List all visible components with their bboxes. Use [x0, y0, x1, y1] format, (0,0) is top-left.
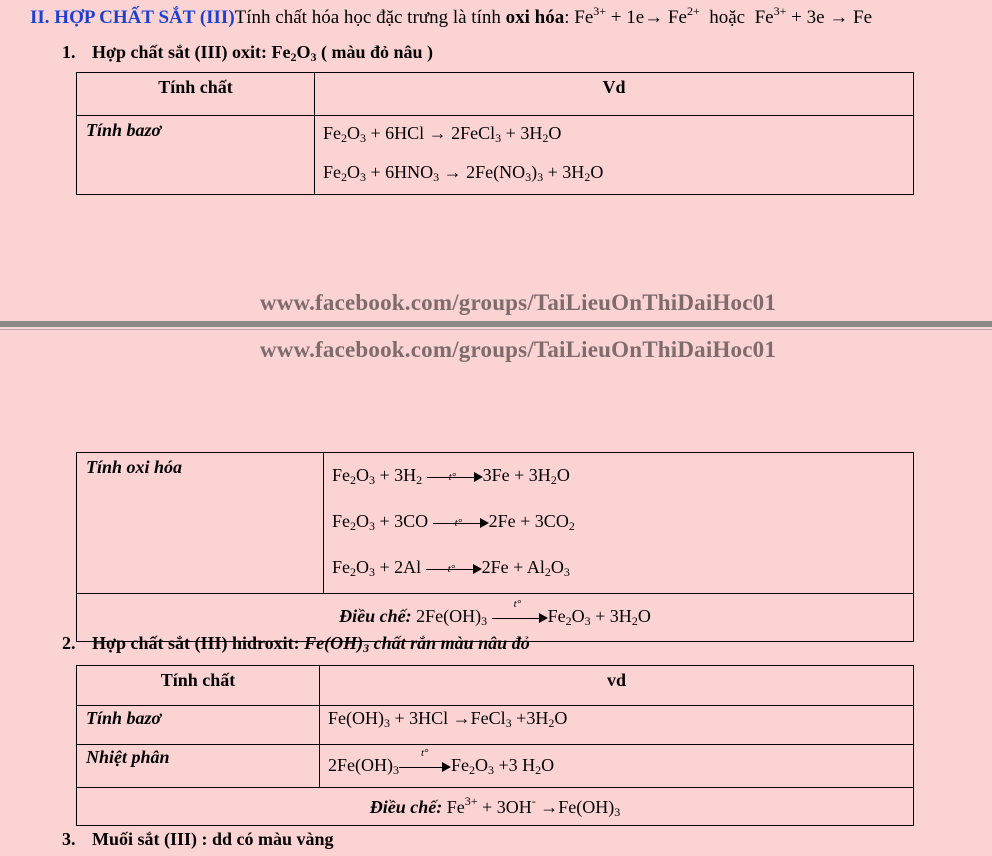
watermark-bottom: www.facebook.com/groups/TaiLieuOnThiDaiH… — [259, 337, 777, 362]
heat-arrow-icon: t° — [426, 470, 483, 484]
section-title: II. HỢP CHẤT SẮT (III) — [30, 7, 235, 28]
heat-arrow-icon: t° — [425, 562, 482, 576]
hydroxide-table: Tính chất vd Tính bazơ Fe(OH)3 + 3HCl →F… — [76, 665, 914, 826]
section-2-title: 2. Hợp chất sắt (III) hidroxit: Fe(OH)3 c… — [62, 633, 530, 655]
property-basic: Tính bazơ — [76, 115, 315, 195]
heat-arrow-icon: t° — [432, 516, 489, 530]
col-header-example: vd — [319, 665, 914, 706]
property-basic: Tính bazơ — [76, 705, 320, 745]
property-thermal: Nhiệt phân — [76, 744, 320, 788]
equations-oxidizing: Fe2O3 + 3H2 t° 3Fe + 3H2O Fe2O3 + 3CO t° 2… — [323, 452, 914, 594]
preparation-hydroxide: Điều chế: Fe3+ + 3OH- →Fe(OH)3 — [76, 787, 914, 826]
equation-thermal: 2Fe(OH)3 t° Fe2O3 +3 H2O — [319, 744, 914, 788]
watermark-top: www.facebook.com/groups/TaiLieuOnThiDaiH… — [259, 290, 777, 315]
col-header-property: Tính chất — [76, 72, 315, 116]
section-3-title: 3. Muối sắt (III) : dd có màu vàng — [62, 829, 334, 849]
section-heading: II. HỢP CHẤT SẮT (III)Tính chất hóa học … — [30, 4, 873, 28]
heat-arrow-icon: t° — [399, 747, 451, 774]
equations-basic: Fe2O3 + 6HCl → 2FeCl3 + 3H2O Fe2O3 + 6HN… — [314, 115, 914, 195]
section-1-title: 1. Hợp chất sắt (III) oxit: Fe2O3 ( màu đ… — [62, 42, 433, 64]
property-oxidizing: Tính oxi hóa — [76, 452, 324, 594]
oxide-table-1: Tính chất Vd Tính bazơ Fe2O3 + 6HCl → 2F… — [76, 72, 914, 195]
col-header-property: Tính chất — [76, 665, 320, 706]
oxide-table-2: Tính oxi hóa Fe2O3 + 3H2 t° 3Fe + 3H2O Fe… — [76, 452, 914, 642]
col-header-example: Vd — [314, 72, 914, 116]
equation-basic: Fe(OH)3 + 3HCl →FeCl3 +3H2O — [319, 705, 914, 745]
page-break-band — [0, 321, 992, 327]
heat-arrow-icon: t° — [491, 598, 548, 625]
page-break-line — [0, 329, 992, 330]
